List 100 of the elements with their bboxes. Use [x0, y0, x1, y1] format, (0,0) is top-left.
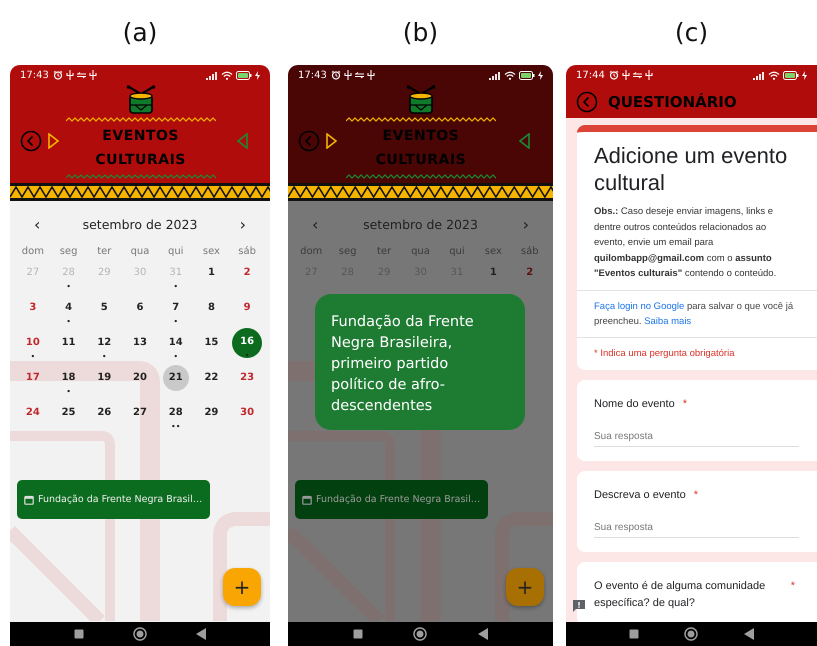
calendar-day[interactable]: 11 — [58, 333, 79, 353]
required-mark: * — [790, 578, 795, 594]
calendar-day[interactable]: 25 — [58, 403, 79, 423]
required-mark: * — [694, 488, 698, 502]
calendar-day[interactable]: 13 — [130, 333, 150, 353]
calendar-day[interactable]: 23 — [237, 368, 258, 388]
calendar-icon — [24, 494, 34, 504]
calendar-day[interactable]: 18 — [58, 368, 79, 388]
answer-field[interactable]: Sua resposta — [594, 428, 799, 446]
calendar-day[interactable]: 5 — [94, 298, 114, 318]
calendar-day[interactable]: 28 — [166, 403, 186, 423]
calendar-day[interactable]: 15 — [201, 333, 222, 353]
weekday-label: dom — [300, 246, 322, 256]
panel-label: (b) — [402, 17, 438, 49]
alarm-icon — [330, 70, 341, 80]
back-icon[interactable] — [576, 90, 598, 112]
status-time: 17:43 — [20, 70, 49, 80]
calendar-day[interactable]: 4 — [58, 298, 79, 318]
event-chip[interactable]: Fundação da Frente Negra Brasil… — [17, 480, 210, 519]
calendar-day[interactable]: 14 — [166, 333, 186, 353]
recent-apps-button[interactable] — [628, 629, 639, 639]
weekday-label: seg — [60, 246, 78, 256]
triangle-icon — [326, 133, 337, 149]
answer-field[interactable]: Sua resposta — [594, 520, 799, 538]
calendar-day[interactable]: 20 — [130, 368, 150, 388]
calendar-day[interactable]: 19 — [94, 368, 114, 388]
weekday-label: dom — [22, 246, 44, 256]
calendar-day[interactable]: 9 — [237, 298, 258, 318]
usb-icon — [66, 70, 74, 80]
weekday-label: sáb — [520, 246, 539, 256]
weekday-label: sex — [202, 246, 220, 256]
weekday-label: ter — [376, 246, 392, 256]
triangle-icon — [48, 133, 59, 149]
weekday-label: qua — [411, 246, 430, 256]
calendar-day[interactable]: 6 — [130, 298, 150, 318]
calendar-day[interactable]: 24 — [22, 403, 43, 423]
calendar-day[interactable]: 21 — [162, 365, 189, 391]
usb-icon — [366, 70, 375, 80]
event-chip[interactable]: Fundação da Frente Negra Brasil… — [295, 480, 488, 519]
previous-month-button[interactable]: ‹ — [312, 214, 318, 234]
status-time: 17:43 — [298, 70, 327, 80]
event-dots: • — [66, 388, 71, 396]
home-button[interactable] — [413, 627, 428, 641]
event-dots: • — [244, 352, 250, 360]
event-dots: • — [173, 283, 178, 291]
triangle-icon — [237, 133, 248, 149]
charging-icon — [255, 70, 260, 80]
calendar-day[interactable]: 29 — [201, 403, 222, 423]
event-dots: • — [102, 353, 107, 361]
previous-month-button[interactable]: ‹ — [34, 214, 40, 234]
battery-icon — [236, 70, 252, 80]
event-dots: • — [173, 353, 178, 361]
calendar-day[interactable]: 8 — [201, 298, 222, 318]
usb-icon — [344, 70, 352, 80]
signal-icon — [489, 70, 501, 80]
panel-label: (a) — [122, 17, 158, 49]
app-title: QUESTIONÁRIO — [608, 92, 737, 110]
signal-icon — [753, 70, 765, 80]
next-month-button[interactable]: › — [240, 214, 246, 234]
back-icon[interactable] — [20, 130, 42, 152]
calendar-day[interactable]: 22 — [201, 368, 222, 388]
event-dots: • — [30, 353, 36, 361]
recent-apps-button[interactable] — [74, 629, 84, 639]
calendar-day[interactable]: 1 — [483, 263, 504, 283]
next-month-button[interactable]: › — [522, 214, 529, 234]
required-mark: * — [682, 396, 687, 412]
event-dots: • — [66, 318, 71, 326]
calendar-day[interactable]: 30 — [237, 403, 258, 423]
triangle-icon — [518, 133, 530, 149]
wifi-icon — [768, 70, 780, 80]
charging-icon — [538, 70, 543, 80]
feedback-icon[interactable] — [572, 599, 586, 612]
status-time: 17:44 — [576, 70, 605, 80]
weekday-label: seg — [338, 246, 356, 256]
login-link[interactable]: Faça login no Google — [594, 300, 684, 312]
form-title: Adicione um evento cultural — [594, 142, 788, 196]
home-button[interactable] — [132, 627, 147, 641]
recent-apps-button[interactable] — [353, 629, 364, 639]
calendar-day[interactable]: 2 — [237, 263, 258, 283]
add-button[interactable]: + — [223, 568, 261, 606]
add-button[interactable]: + — [506, 568, 544, 606]
calendar-day[interactable]: 17 — [22, 368, 43, 388]
question-label: Nome do evento — [594, 396, 675, 412]
calendar-day[interactable]: 26 — [94, 403, 114, 423]
calendar-day[interactable]: 12 — [94, 333, 114, 353]
back-button[interactable] — [744, 628, 754, 640]
calendar-day[interactable]: 2 — [520, 263, 540, 283]
battery-icon — [519, 70, 535, 80]
calendar-day[interactable]: 7 — [166, 298, 186, 318]
calendar-icon — [302, 494, 312, 504]
back-button[interactable] — [478, 628, 488, 640]
calendar-day[interactable]: 3 — [22, 298, 43, 318]
learn-more-link[interactable]: Saiba mais — [644, 316, 692, 326]
back-button[interactable] — [196, 628, 206, 640]
calendar-day[interactable]: 10 — [22, 333, 43, 353]
calendar-day[interactable]: 27 — [130, 403, 150, 423]
calendar-day[interactable]: 1 — [201, 263, 222, 283]
home-button[interactable] — [684, 627, 698, 641]
question-label: Descreva o evento — [594, 488, 686, 502]
alarm-icon — [52, 70, 63, 80]
